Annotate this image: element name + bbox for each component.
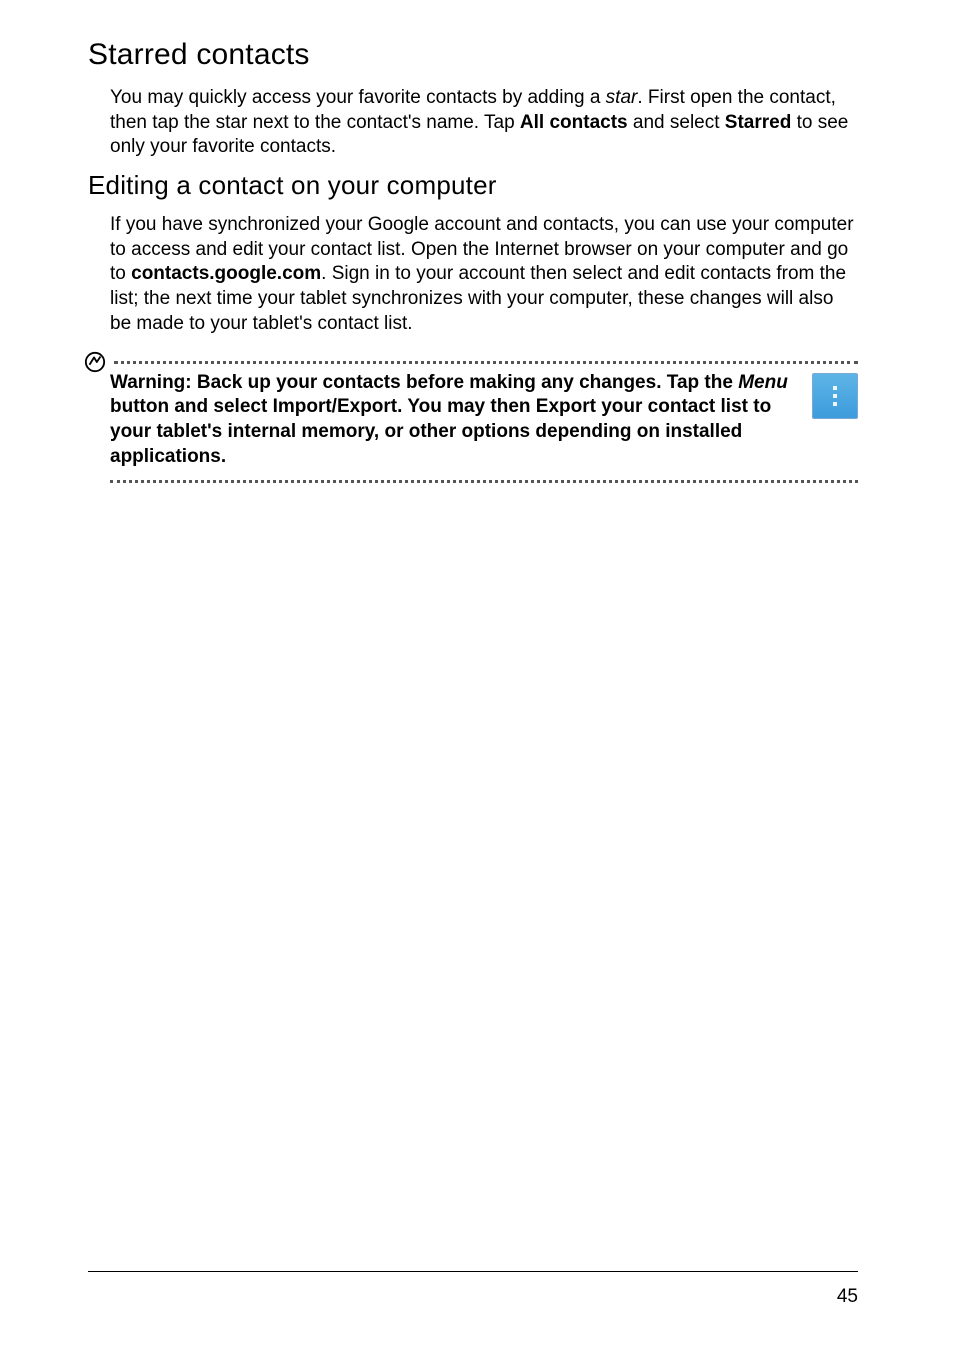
heading-starred-contacts: Starred contacts (88, 38, 858, 72)
text: button and select Import/Export. You may… (110, 396, 771, 466)
paragraph-starred: You may quickly access your favorite con… (110, 86, 858, 160)
page-number: 45 (837, 1286, 858, 1308)
text-italic-star: star (606, 87, 638, 108)
paragraph-editing: If you have synchronized your Google acc… (110, 213, 858, 336)
text-bold-url: contacts.google.com (131, 263, 321, 284)
menu-button[interactable] (812, 373, 858, 419)
text-bold-starred: Starred (725, 112, 792, 133)
footer-rule (88, 1271, 858, 1272)
menu-dots-icon (833, 386, 837, 406)
text-bold-all-contacts: All contacts (520, 112, 628, 133)
text: and select (628, 112, 725, 133)
warning-block: Warning: Back up your contacts before ma… (110, 351, 858, 484)
heading-editing-contact: Editing a contact on your computer (88, 170, 858, 201)
text: Warning: Back up your contacts before ma… (110, 372, 738, 393)
divider-dotted-bottom (110, 480, 858, 483)
warning-text: Warning: Back up your contacts before ma… (110, 371, 794, 470)
divider-dotted-top (114, 361, 858, 364)
warning-icon (84, 351, 106, 373)
text-italic-menu: Menu (738, 372, 788, 393)
text: You may quickly access your favorite con… (110, 87, 606, 108)
